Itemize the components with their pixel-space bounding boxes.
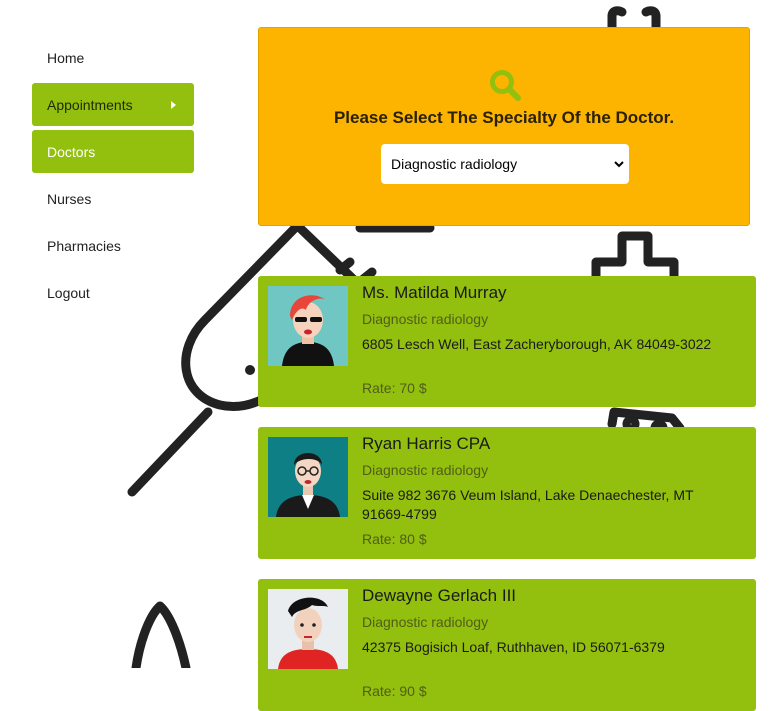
sidebar-item-doctors[interactable]: Doctors bbox=[32, 130, 194, 173]
sidebar-item-home[interactable]: Home bbox=[32, 36, 194, 79]
doctor-address: 6805 Lesch Well, East Zacheryborough, AK… bbox=[362, 336, 712, 352]
sidebar-nav: Home Appointments Doctors Nurses Pharmac… bbox=[32, 36, 194, 318]
sidebar-item-nurses[interactable]: Nurses bbox=[32, 177, 194, 220]
doctor-card[interactable]: Dewayne Gerlach III Diagnostic radiology… bbox=[258, 579, 756, 711]
specialty-search-panel: Please Select The Specialty Of the Docto… bbox=[258, 27, 750, 226]
sidebar-item-label: Doctors bbox=[47, 143, 96, 160]
doctor-avatar bbox=[268, 589, 348, 669]
doctor-specialty: Diagnostic radiology bbox=[362, 311, 489, 327]
doctor-address: Suite 982 3676 Veum Island, Lake Denaech… bbox=[362, 487, 694, 522]
doctor-rate: Rate: 90 $ bbox=[362, 683, 427, 699]
caret-right-icon bbox=[171, 100, 176, 109]
doctor-name: Ryan Harris CPA bbox=[362, 434, 491, 453]
doctor-rate: Rate: 70 $ bbox=[362, 380, 427, 396]
doctor-name: Dewayne Gerlach III bbox=[362, 586, 517, 605]
sidebar-item-appointments[interactable]: Appointments bbox=[32, 83, 194, 126]
search-title: Please Select The Specialty Of the Docto… bbox=[333, 108, 675, 127]
sidebar-item-label: Home bbox=[47, 49, 85, 66]
doctor-rate: Rate: 80 $ bbox=[362, 531, 427, 547]
doctor-address: 42375 Bogisich Loaf, Ruthhaven, ID 56071… bbox=[362, 639, 665, 655]
doctor-card[interactable]: Ms. Matilda Murray Diagnostic radiology … bbox=[258, 276, 756, 407]
sidebar-item-pharmacies[interactable]: Pharmacies bbox=[32, 224, 194, 267]
doctor-avatar bbox=[268, 437, 348, 517]
doctor-specialty: Diagnostic radiology bbox=[362, 462, 489, 478]
sidebar-item-logout[interactable]: Logout bbox=[32, 271, 194, 314]
sidebar-item-label: Pharmacies bbox=[47, 237, 121, 254]
search-icon bbox=[490, 70, 521, 101]
doctor-specialty: Diagnostic radiology bbox=[362, 614, 489, 630]
doctor-name: Ms. Matilda Murray bbox=[362, 283, 507, 302]
specialty-select[interactable]: Diagnostic radiology bbox=[381, 144, 629, 184]
doctor-avatar bbox=[268, 286, 348, 366]
sidebar-item-label: Appointments bbox=[47, 96, 133, 113]
sidebar-item-label: Nurses bbox=[47, 190, 92, 207]
doctor-card[interactable]: Ryan Harris CPA Diagnostic radiology Sui… bbox=[258, 427, 756, 559]
sidebar-item-label: Logout bbox=[47, 284, 90, 301]
